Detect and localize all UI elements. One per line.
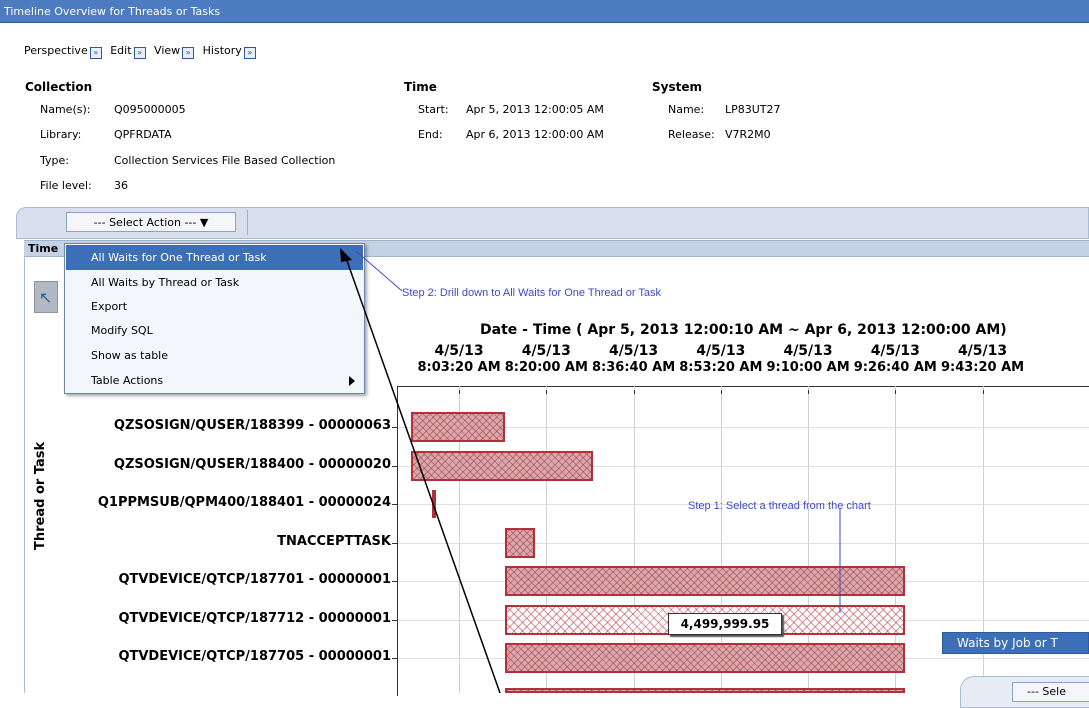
drilldown-arrow-line xyxy=(345,257,501,693)
step2-leader-line xyxy=(355,250,403,292)
drilldown-arrow-head xyxy=(340,248,352,262)
callout-overlay xyxy=(340,248,841,693)
